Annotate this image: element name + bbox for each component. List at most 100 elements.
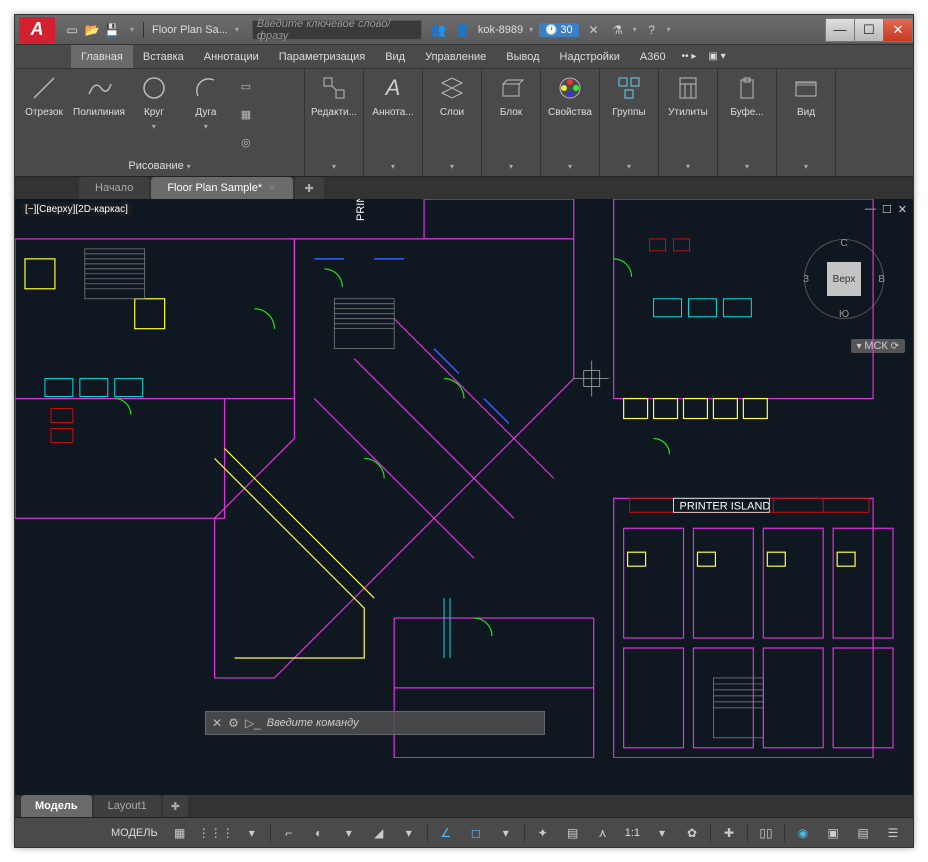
tab-a360[interactable]: A360 xyxy=(630,45,676,68)
drawing-canvas[interactable]: [−][Сверху][2D-каркас] — ☐ ✕ С Ю В З Вер… xyxy=(15,199,913,795)
app-store-icon[interactable]: ⚗ xyxy=(609,21,627,39)
apps-dropdown-icon[interactable]: ▾ xyxy=(633,25,637,34)
scale-button[interactable]: 1:1 xyxy=(621,827,644,839)
properties-panel-arrow[interactable]: ▾ xyxy=(568,162,572,171)
layers-button[interactable]: Слои xyxy=(429,73,475,157)
groups-button[interactable]: Группы xyxy=(606,73,652,157)
hatch-icon[interactable]: ▦ xyxy=(235,104,257,126)
line-button[interactable]: Отрезок xyxy=(21,73,67,156)
ribbon: Отрезок Полилиния Круг ▾ Дуга ▾ ▭ xyxy=(15,69,913,177)
user-icon[interactable]: 👤 xyxy=(454,21,472,39)
view-panel-arrow[interactable]: ▾ xyxy=(804,162,808,171)
tab-annotate[interactable]: Аннотации xyxy=(194,45,269,68)
minimize-button[interactable]: — xyxy=(825,18,855,42)
modify-panel-arrow[interactable]: ▾ xyxy=(332,162,336,171)
text-icon: A xyxy=(378,73,408,103)
block-panel-arrow[interactable]: ▾ xyxy=(509,162,513,171)
trial-badge[interactable]: 🕐 30 xyxy=(539,23,578,37)
groups-panel-arrow[interactable]: ▾ xyxy=(627,162,631,171)
isoplane-icon[interactable]: ◢ xyxy=(367,822,391,844)
tabs-overflow-icon[interactable]: •• ▸ xyxy=(676,45,703,68)
tab-output[interactable]: Вывод xyxy=(496,45,549,68)
isolate-icon[interactable]: ▯▯ xyxy=(754,822,778,844)
new-icon[interactable]: ▭ xyxy=(63,21,81,39)
modify-button[interactable]: Редакти... xyxy=(311,73,357,157)
title-dropdown-icon[interactable]: ▾ xyxy=(228,21,246,39)
utilities-panel-arrow[interactable]: ▾ xyxy=(686,162,690,171)
workspace-icon[interactable]: ✚ xyxy=(717,822,741,844)
cleanscreen-icon[interactable]: ▣ xyxy=(821,822,845,844)
cmd-prompt-icon: ▷_ xyxy=(245,716,261,730)
annotation-panel-arrow[interactable]: ▾ xyxy=(391,162,395,171)
customize-icon[interactable]: ▤ xyxy=(851,822,875,844)
search-input[interactable]: Введите ключевое слово/фразу xyxy=(252,20,422,40)
layout-tab-model[interactable]: Модель xyxy=(21,795,92,817)
color-wheel-icon xyxy=(555,73,585,103)
panel-layers: Слои ▾ xyxy=(423,69,482,176)
doc-tab-active[interactable]: Floor Plan Sample* ✕ xyxy=(151,177,292,199)
circle-icon xyxy=(139,73,169,103)
polar-icon[interactable]: ◐ xyxy=(307,822,331,844)
search-placeholder: Введите ключевое слово/фразу xyxy=(257,18,417,42)
osnap-icon[interactable]: ∠ xyxy=(434,822,458,844)
tab-insert[interactable]: Вставка xyxy=(133,45,194,68)
utilities-button[interactable]: Утилиты xyxy=(665,73,711,157)
polyline-button[interactable]: Полилиния xyxy=(73,73,125,156)
doc-tab-add[interactable]: ✚ xyxy=(295,177,324,199)
tab-manage[interactable]: Управление xyxy=(415,45,496,68)
lineweight-icon[interactable]: ✦ xyxy=(531,822,555,844)
properties-button[interactable]: Свойства xyxy=(547,73,593,157)
qat-dropdown-icon[interactable]: ▾ xyxy=(123,21,141,39)
snap-dropdown-icon[interactable]: ▾ xyxy=(240,822,264,844)
cmd-close-icon[interactable]: ✕ xyxy=(212,716,222,730)
clipboard-button[interactable]: Буфе... xyxy=(724,73,770,157)
snap-icon[interactable]: ⋮⋮⋮ xyxy=(198,822,234,844)
svg-text:PRINTER ISLAND: PRINTER ISLAND xyxy=(355,199,367,221)
arc-button[interactable]: Дуга ▾ xyxy=(183,73,229,156)
osnap2-icon[interactable]: ◻ xyxy=(464,822,488,844)
block-button[interactable]: Блок xyxy=(488,73,534,157)
user-dropdown-icon[interactable]: ▾ xyxy=(529,25,533,34)
circle-button[interactable]: Круг ▾ xyxy=(131,73,177,156)
save-icon[interactable]: 💾 xyxy=(103,21,121,39)
doc-tab-start[interactable]: Начало xyxy=(79,177,149,199)
annotation-button[interactable]: A Аннота... xyxy=(370,73,416,157)
open-icon[interactable]: 📂 xyxy=(83,21,101,39)
doc-tab-close-icon[interactable]: ✕ xyxy=(268,183,276,194)
circle-dropdown-icon[interactable]: ▾ xyxy=(152,122,156,131)
signin-icon[interactable]: 👥 xyxy=(430,21,448,39)
layers-icon xyxy=(437,73,467,103)
layout-tab-add[interactable]: ✚ xyxy=(163,795,188,817)
close-button[interactable]: ✕ xyxy=(883,18,913,42)
cmd-settings-icon[interactable]: ⚙ xyxy=(228,716,239,730)
rectangle-icon[interactable]: ▭ xyxy=(235,76,257,98)
tab-view[interactable]: Вид xyxy=(375,45,415,68)
layout-tab-layout1[interactable]: Layout1 xyxy=(94,795,161,817)
hardware-icon[interactable]: ◉ xyxy=(791,822,815,844)
menu-icon[interactable]: ☰ xyxy=(881,822,905,844)
exchange-icon[interactable]: ✕ xyxy=(585,21,603,39)
help-dropdown-icon[interactable]: ▾ xyxy=(667,25,671,34)
clipboard-icon xyxy=(732,73,762,103)
layers-panel-arrow[interactable]: ▾ xyxy=(450,162,454,171)
tab-addins[interactable]: Надстройки xyxy=(550,45,630,68)
grid-icon[interactable]: ▦ xyxy=(168,822,192,844)
ellipse-icon[interactable]: ◎ xyxy=(235,132,257,154)
view-button[interactable]: Вид xyxy=(783,73,829,157)
tab-parametric[interactable]: Параметризация xyxy=(269,45,375,68)
command-line[interactable]: ✕ ⚙ ▷_ Введите команду xyxy=(205,711,545,735)
maximize-button[interactable]: ☐ xyxy=(854,18,884,42)
app-menu-button[interactable]: A xyxy=(19,17,55,43)
arc-dropdown-icon[interactable]: ▾ xyxy=(204,122,208,131)
annoscale-icon[interactable]: ⋏ xyxy=(591,822,615,844)
doc-tab-label: Floor Plan Sample* xyxy=(167,182,262,194)
ribbon-collapse-icon[interactable]: ▣ ▾ xyxy=(702,45,731,68)
panel-draw-title[interactable]: Рисование ▾ xyxy=(21,156,298,176)
status-model-button[interactable]: МОДЕЛЬ xyxy=(107,827,162,839)
gear-icon[interactable]: ✿ xyxy=(680,822,704,844)
clipboard-panel-arrow[interactable]: ▾ xyxy=(745,162,749,171)
tab-home[interactable]: Главная xyxy=(71,45,133,68)
transparency-icon[interactable]: ▤ xyxy=(561,822,585,844)
help-icon[interactable]: ? xyxy=(643,21,661,39)
ortho-icon[interactable]: ⌐ xyxy=(277,822,301,844)
